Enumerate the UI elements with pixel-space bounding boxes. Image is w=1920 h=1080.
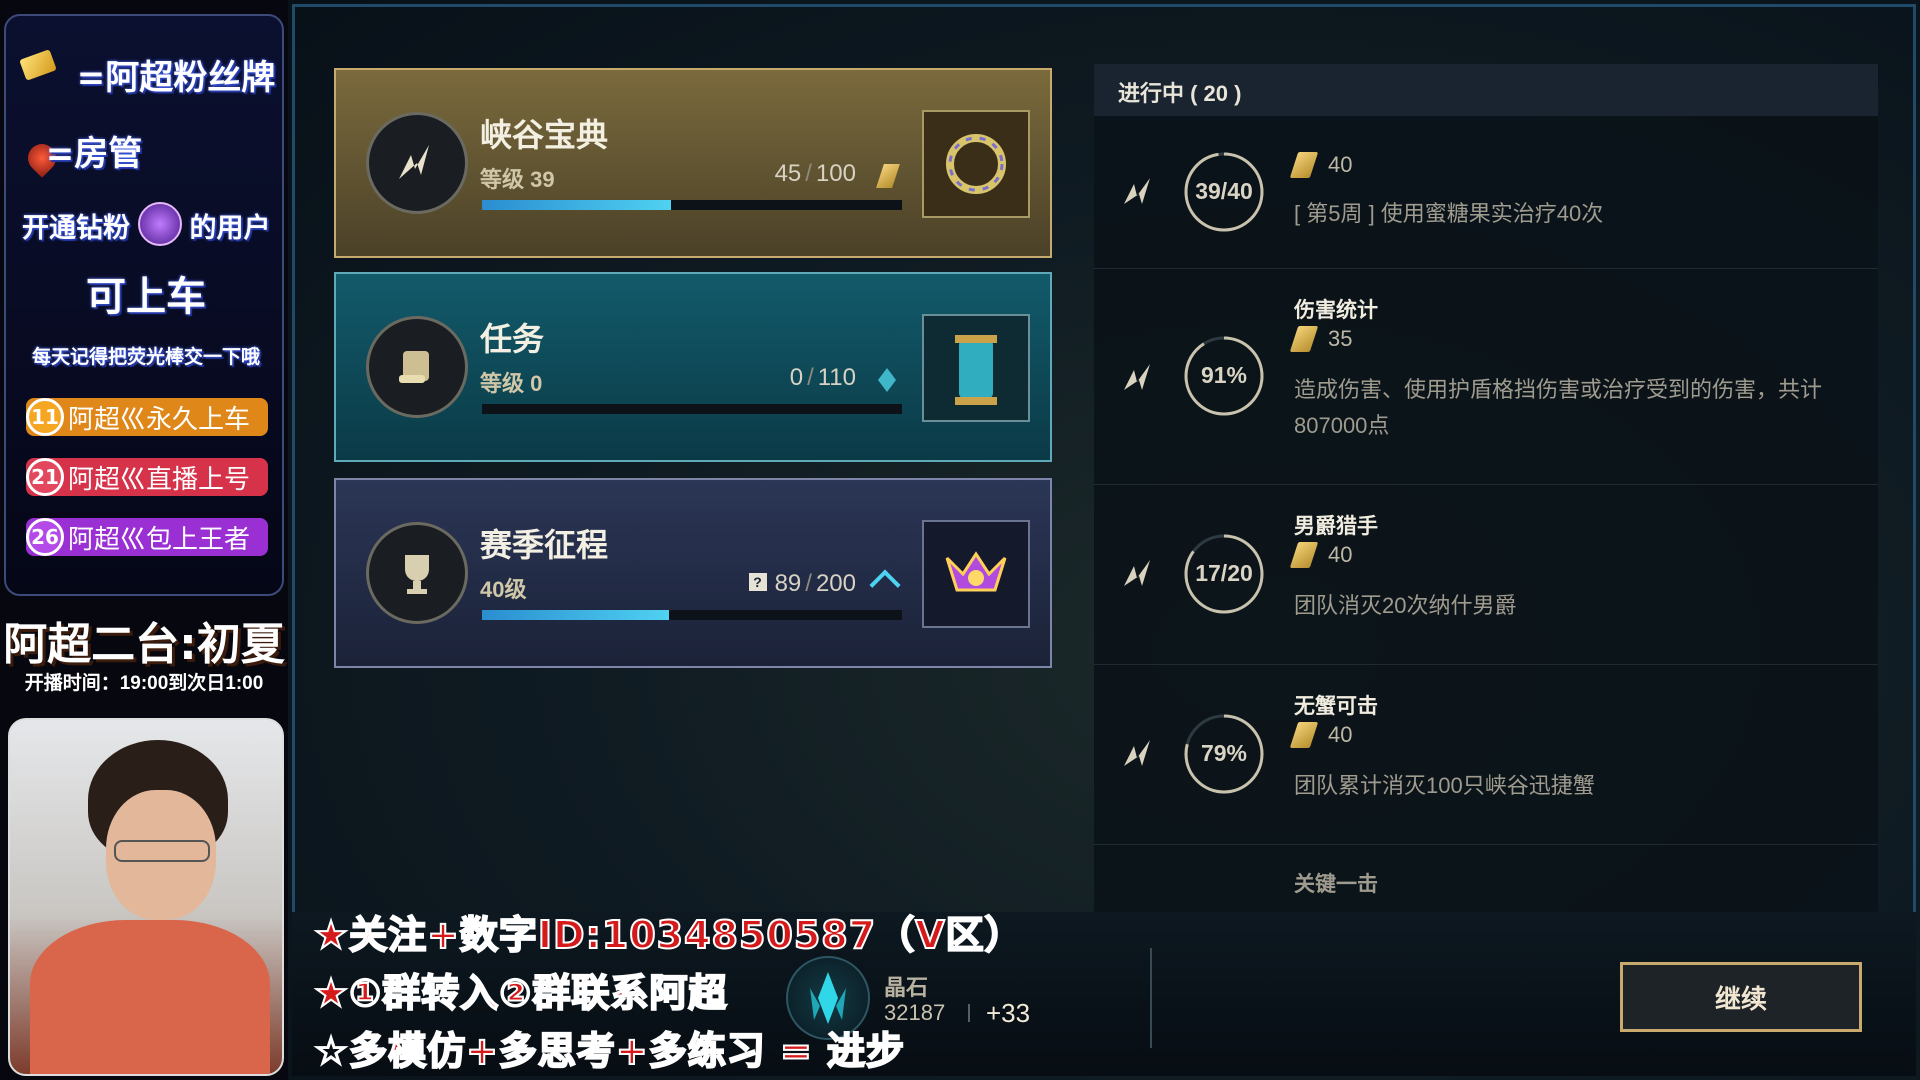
mission-xp: 40 (1328, 722, 1353, 747)
mission-name: 无蟹可击 (1294, 695, 1378, 718)
mission-type-icon (1124, 364, 1150, 390)
pass-progress: 45/100 (774, 160, 856, 187)
crystal-icon (878, 368, 896, 392)
pass-title: 任务 (480, 320, 545, 358)
fan-badge-2: 21 阿超巛直播上号 (26, 458, 268, 496)
reward-lantern-icon[interactable] (922, 314, 1030, 422)
fan-badge-3: 26 阿超巛包上王者 (26, 518, 268, 556)
badge-text: 阿超巛直播上号 (68, 464, 251, 495)
pass-emblem-icon (366, 112, 468, 214)
mission-reward: 40 (1289, 722, 1353, 748)
mission-reward: 40 (1289, 152, 1353, 178)
pass-progress-fill (482, 610, 669, 620)
mission-description: 团队消灭20次纳什男爵 (1294, 593, 1517, 618)
mission-progress-text: 17/20 (1195, 560, 1253, 586)
token-icon (1289, 722, 1319, 748)
pass-progress-bar (482, 200, 902, 210)
currency-label: 晶石 (884, 975, 929, 1000)
badge-level: 21 (26, 458, 64, 496)
mission-reward: 35 (1289, 326, 1353, 352)
promo-box: =阿超粉丝牌 =房管 开通钻粉 的用户 可上车 每天记得把荧光棒交一下哦 11 … (4, 14, 284, 596)
mission-xp: 40 (1328, 542, 1353, 567)
pass-progress-bar (482, 404, 902, 414)
mission-progress-text: 79% (1200, 740, 1248, 766)
pass-progress-value: 0 (789, 364, 804, 391)
badge-level: 26 (26, 518, 64, 556)
currency-delta: +33 (986, 998, 1031, 1028)
mission-type-icon (1124, 560, 1150, 586)
missions-header-title: 进行中 ( 20 ) (1118, 81, 1242, 106)
pass-progress-value: 45 (774, 160, 802, 187)
pass-level: 等级 0 (480, 371, 543, 396)
reward-crest-icon[interactable] (922, 520, 1030, 628)
pass-card-season[interactable]: 赛季征程 40级 ? 89/200 (334, 478, 1052, 668)
token-icon (1289, 326, 1319, 352)
pass-level: 等级 39 (480, 167, 555, 192)
fan-badge-1: 11 阿超巛永久上车 (26, 398, 268, 436)
overlay-line-motto: ☆多模仿+多思考+多练习 = 进步 (313, 1028, 906, 1074)
promo-line-room-admin: =房管 (45, 134, 143, 174)
mission-xp: 40 (1328, 152, 1353, 177)
mission-xp: 35 (1328, 326, 1353, 351)
mission-description: [ 第5周 ] 使用蜜糖果实治疗40次 (1294, 201, 1604, 226)
pass-progress: 0/110 (789, 364, 856, 391)
mission-progress-text: 39/40 (1195, 178, 1253, 204)
pass-progress-value: 89 (774, 570, 802, 597)
webcam-feed (8, 718, 284, 1076)
pass-progress-total: 110 (817, 364, 856, 391)
badge-text: 阿超巛永久上车 (68, 404, 251, 435)
badge-text: 阿超巛包上王者 (68, 524, 251, 555)
promo-line-board: 可上车 (86, 274, 206, 320)
mission-item[interactable]: 关键一击 (1094, 844, 1878, 912)
pass-card-event-pass[interactable]: 峡谷宝典 等级 39 45/100 (334, 68, 1052, 258)
rank-up-icon (869, 569, 901, 601)
pass-title: 峡谷宝典 (480, 116, 609, 154)
mission-name: 男爵猎手 (1294, 515, 1378, 538)
mission-description: 团队累计消灭100只峡谷迅捷蟹 (1294, 773, 1595, 798)
token-icon (876, 164, 900, 188)
mission-item[interactable]: 79% 无蟹可击 40 团队累计消灭100只峡谷迅捷蟹 (1094, 664, 1878, 845)
mission-name: 伤害统计 (1294, 299, 1378, 322)
help-icon[interactable]: ? (748, 573, 767, 591)
mission-item[interactable]: 17/20 男爵猎手 40 团队消灭20次纳什男爵 (1094, 484, 1878, 665)
badge-level: 11 (26, 398, 64, 436)
mission-type-icon (1124, 178, 1150, 204)
pass-progress-bar (482, 610, 902, 620)
currency-divider (968, 1004, 970, 1022)
continue-button[interactable]: 继续 (1620, 962, 1862, 1032)
scroll-icon (366, 316, 468, 418)
promo-line-fan-badge: =阿超粉丝牌 (76, 58, 276, 98)
reward-ring-icon[interactable] (922, 110, 1030, 218)
overlay-line-follow: ★关注+数字ID:1034850587（V区） (313, 912, 1024, 958)
token-icon (1289, 152, 1319, 178)
mission-description: 造成伤害、使用护盾格挡伤害或治疗受到的伤害，共计807000点 (1294, 377, 1823, 438)
mission-progress-text: 91% (1200, 362, 1248, 388)
pass-progress: ? 89/200 (748, 570, 856, 598)
pass-card-missions[interactable]: 任务 等级 0 0/110 (334, 272, 1052, 462)
overlay-line-group: ★①群转入②群联系阿超 (313, 970, 728, 1016)
pass-progress-fill (482, 200, 671, 210)
token-icon (1289, 542, 1319, 568)
streamer-title: 阿超二台:初夏 (3, 619, 285, 670)
stream-time: 开播时间：19:00到次日1:00 (24, 673, 264, 694)
pass-level: 40级 (480, 577, 527, 602)
missions-header: 进行中 ( 20 ) (1094, 64, 1878, 116)
bottom-divider (1150, 948, 1152, 1048)
streamer-shirt (30, 920, 270, 1074)
trophy-icon (366, 522, 468, 624)
streamer-glasses (114, 840, 210, 862)
pass-title: 赛季征程 (480, 526, 609, 564)
mission-name: 关键一击 (1294, 873, 1378, 896)
pass-progress-total: 200 (815, 570, 856, 597)
promo-line-glowstick: 每天记得把荧光棒交一下哦 (31, 346, 260, 368)
mission-reward: 40 (1289, 542, 1353, 568)
mission-item[interactable]: 39/40 40 [ 第5周 ] 使用蜜糖果实治疗40次 (1094, 116, 1878, 269)
mission-item[interactable]: 91% 伤害统计 35 造成伤害、使用护盾格挡伤害或治疗受到的伤害，共计8070… (1094, 268, 1878, 485)
pass-progress-total: 100 (815, 160, 856, 187)
mission-type-icon (1124, 740, 1150, 766)
